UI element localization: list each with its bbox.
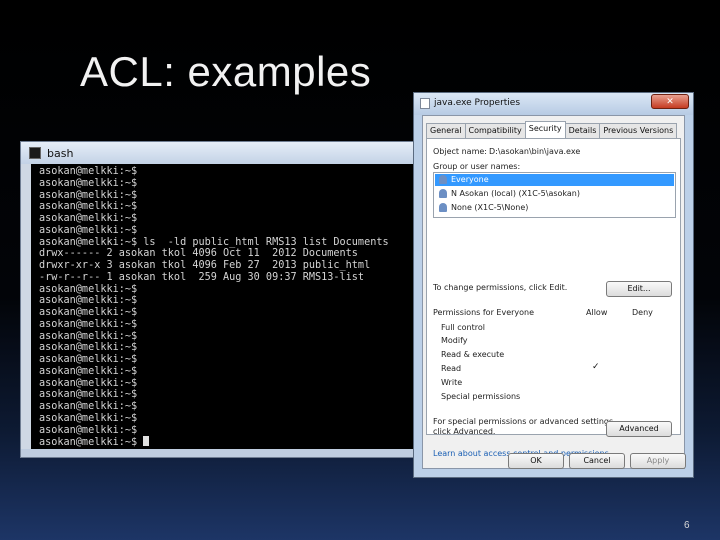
tab-details[interactable]: Details: [564, 123, 601, 138]
terminal-titlebar[interactable]: bash: [21, 142, 417, 164]
cancel-button[interactable]: Cancel: [569, 453, 625, 469]
user-group-icon: [439, 203, 447, 212]
object-name-value: D:\asokan\bin\java.exe: [489, 147, 581, 156]
check-mark-icon: ✓: [592, 362, 600, 372]
terminal-window: bash asokan@melkki:~$ asokan@melkki:~$ a…: [20, 141, 418, 458]
security-panel: Object name: D:\asokan\bin\java.exe Grou…: [426, 138, 681, 458]
terminal-line: asokan@melkki:~$: [39, 412, 138, 424]
object-name-label: Object name:: [433, 147, 487, 156]
user-listbox[interactable]: Everyone N Asokan (local) (X1C-5\asokan)…: [433, 172, 676, 218]
list-item-none[interactable]: None (X1C-5\None): [435, 202, 674, 214]
terminal-line: asokan@melkki:~$: [39, 189, 138, 201]
terminal-text: asokan@melkki:~$ asokan@melkki:~$ asokan…: [31, 164, 417, 449]
special-text-1: For special permissions or advanced sett…: [433, 417, 616, 426]
slide-number: 6: [684, 520, 690, 531]
terminal-line: asokan@melkki:~$: [39, 307, 138, 318]
terminal-line: asokan@melkki:~$: [39, 283, 138, 295]
terminal-title: bash: [47, 146, 74, 160]
user-group-icon: [439, 175, 447, 184]
perm-read: Read: [441, 364, 462, 373]
perm-modify: Modify: [441, 336, 468, 345]
terminal-line: asokan@melkki:~$: [39, 354, 138, 365]
terminal-line: asokan@melkki:~$: [39, 224, 138, 236]
close-icon: ✕: [666, 97, 674, 107]
advanced-button[interactable]: Advanced: [606, 421, 672, 437]
close-button[interactable]: ✕: [651, 94, 689, 109]
slide-title: ACL: examples: [80, 48, 372, 95]
deny-header: Deny: [632, 308, 653, 317]
perm-full-control: Full control: [441, 323, 485, 332]
user-name: N Asokan (local) (X1C-5\asokan): [451, 189, 580, 198]
terminal-icon: [29, 147, 41, 159]
properties-dialog: java.exe Properties ✕ General Compatibil…: [413, 92, 694, 478]
terminal-line: -rw-r--r-- 1 asokan tkol 259 Aug 30 09:3…: [39, 271, 365, 283]
edit-button[interactable]: Edit...: [606, 281, 672, 297]
terminal-line: asokan@melkki:~$: [39, 318, 138, 330]
allow-header: Allow: [586, 308, 608, 317]
file-icon: [420, 98, 430, 109]
terminal-line: asokan@melkki:~$: [39, 377, 138, 389]
terminal-line: asokan@melkki:~$: [39, 342, 138, 354]
terminal-line: drwxr-xr-x 3 asokan tkol 4096 Feb 27 201…: [39, 260, 371, 271]
list-item-asokan[interactable]: N Asokan (local) (X1C-5\asokan): [435, 188, 674, 200]
user-icon: [439, 189, 447, 198]
terminal-line: asokan@melkki:~$: [39, 424, 138, 436]
dialog-body: General Compatibility Security Details P…: [422, 115, 686, 469]
terminal-line: asokan@melkki:~$: [39, 295, 138, 307]
dialog-title: java.exe Properties: [434, 98, 521, 108]
terminal-line: drwx------ 2 asokan tkol 4096 Oct 11 201…: [39, 248, 358, 260]
terminal-line: asokan@melkki:~$: [39, 437, 138, 449]
group-label: Group or user names:: [433, 162, 521, 171]
perm-read-execute: Read & execute: [441, 350, 505, 359]
tab-general[interactable]: General: [426, 123, 466, 138]
user-name: None (X1C-5\None): [451, 203, 529, 212]
terminal-cursor: [143, 436, 150, 447]
terminal-line: asokan@melkki:~$: [39, 330, 138, 342]
terminal-line: asokan@melkki:~$: [39, 213, 138, 224]
tab-security[interactable]: Security: [524, 121, 566, 138]
perm-write: Write: [441, 378, 463, 387]
perm-special: Special permissions: [441, 392, 521, 401]
terminal-side-strip: [21, 164, 31, 449]
terminal-line: asokan@melkki:~$ ls -ld public_html RMS1…: [39, 236, 389, 248]
user-name: Everyone: [451, 175, 489, 184]
terminal-line: asokan@melkki:~$: [39, 166, 138, 177]
terminal-line: asokan@melkki:~$: [39, 177, 138, 189]
change-permissions-text: To change permissions, click Edit.: [433, 283, 568, 292]
special-text-2: click Advanced.: [433, 427, 496, 436]
apply-button[interactable]: Apply: [630, 453, 686, 469]
dialog-titlebar[interactable]: java.exe Properties ✕: [414, 93, 693, 115]
tab-previous-versions[interactable]: Previous Versions: [599, 123, 678, 138]
list-item-everyone[interactable]: Everyone: [435, 174, 674, 186]
tab-compatibility[interactable]: Compatibility: [464, 123, 526, 138]
terminal-line: asokan@melkki:~$: [39, 201, 138, 213]
terminal-output[interactable]: asokan@melkki:~$ asokan@melkki:~$ asokan…: [31, 164, 417, 449]
permissions-header: Permissions for Everyone: [433, 308, 535, 317]
terminal-line: asokan@melkki:~$: [39, 389, 138, 401]
terminal-line: asokan@melkki:~$: [39, 365, 138, 377]
ok-button[interactable]: OK: [508, 453, 564, 469]
terminal-line: asokan@melkki:~$: [39, 401, 138, 412]
